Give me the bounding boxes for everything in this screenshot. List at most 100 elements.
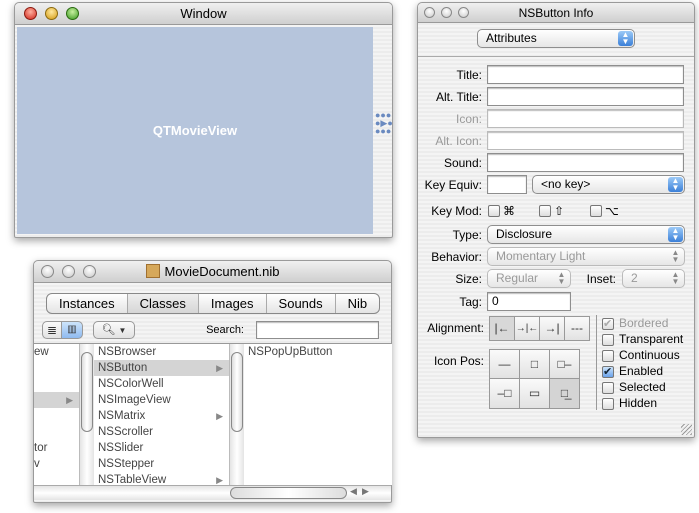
icon-pos-label: Icon Pos:	[433, 354, 484, 368]
size-select[interactable]: Regular ▲ ▼	[487, 269, 571, 288]
search-label: Search:	[206, 324, 244, 336]
browser-column-3: NSPopUpButton	[244, 344, 392, 485]
bordered-checkbox[interactable]: ✔	[602, 318, 614, 330]
list-item[interactable]: NSButton ▶	[94, 360, 229, 376]
scroll-thumb[interactable]	[231, 352, 243, 432]
zoom-button[interactable]	[83, 265, 96, 278]
checkbox-label: Bordered	[619, 316, 669, 330]
alt-title-field[interactable]	[487, 87, 684, 106]
close-button[interactable]	[41, 265, 54, 278]
shift-checkbox[interactable]	[539, 205, 551, 217]
minimize-button[interactable]	[441, 7, 452, 18]
connection-dots-icon[interactable]: ●●● ●▶● ●●●	[375, 111, 393, 136]
column-2-scrollbar[interactable]	[229, 344, 244, 485]
tab-nib[interactable]: Nib	[334, 294, 380, 313]
list-item[interactable]: v	[34, 456, 79, 472]
list-item[interactable]: tor	[34, 440, 79, 456]
search-input[interactable]	[256, 321, 379, 339]
icon-pos-none-button[interactable]: —	[489, 349, 520, 379]
column-1-scrollbar[interactable]	[79, 344, 94, 485]
enabled-checkbox[interactable]: ✔	[602, 366, 614, 378]
list-view-button[interactable]: ≣	[42, 321, 62, 339]
list-item[interactable]	[34, 360, 79, 376]
tag-field[interactable]: 0	[487, 292, 571, 311]
alt-title-label: Alt. Title:	[435, 90, 482, 104]
list-item[interactable]: NSSlider	[94, 440, 229, 456]
align-left-button[interactable]: |←	[489, 316, 515, 341]
item-label: NSBrowser	[98, 346, 157, 358]
view-label: QTMovieView	[152, 123, 238, 138]
tab-images[interactable]: Images	[197, 294, 266, 313]
minimize-button[interactable]	[45, 7, 58, 20]
chevron-updown-icon: ▲ ▼	[668, 177, 683, 192]
icon-pos-right-button[interactable]: –□	[489, 378, 520, 409]
key-equiv-field[interactable]	[487, 175, 527, 194]
window-title: MovieDocument.nib	[164, 264, 280, 279]
icon-field[interactable]	[487, 109, 684, 128]
zoom-button[interactable]	[66, 7, 79, 20]
type-label: Type:	[452, 228, 482, 242]
checkbox-label: Continuous	[619, 348, 680, 362]
list-item[interactable]: NSColorWell	[94, 376, 229, 392]
list-item[interactable]: NSScroller	[94, 424, 229, 440]
scroll-right-arrow-icon[interactable]: ▶	[362, 486, 369, 497]
tab-instances[interactable]: Instances	[47, 294, 127, 313]
list-item[interactable]	[34, 424, 79, 440]
type-select[interactable]: Disclosure ▲ ▼	[487, 225, 685, 244]
selected-checkbox[interactable]	[602, 382, 614, 394]
window-title: Window	[180, 6, 227, 21]
align-natural-button[interactable]: ---	[564, 316, 590, 341]
list-item[interactable]: NSPopUpButton	[244, 344, 392, 360]
align-center-button[interactable]: →|←	[514, 316, 540, 341]
alt-icon-field[interactable]	[487, 131, 684, 150]
qtmovieview[interactable]: QTMovieView	[17, 27, 373, 234]
option-checkbox[interactable]	[590, 205, 602, 217]
list-item[interactable]: ▶	[34, 392, 79, 408]
item-label: tor	[34, 442, 48, 454]
icon-pos-only-button[interactable]: □	[519, 349, 550, 379]
icon-pos-below-button[interactable]: ▭	[519, 378, 550, 409]
search-options-button[interactable]: 🔍︎ ▼	[93, 321, 135, 339]
sound-field[interactable]	[487, 153, 684, 172]
behavior-select[interactable]: Momentary Light ▲ ▼	[487, 247, 685, 266]
tab-sounds[interactable]: Sounds	[265, 294, 335, 313]
magnifier-icon: 🔍︎	[101, 324, 116, 336]
transparent-checkbox[interactable]	[602, 334, 614, 346]
list-item[interactable]: ew	[34, 344, 79, 360]
zoom-button[interactable]	[458, 7, 469, 18]
icon-pos-above-button[interactable]: □̲	[549, 378, 580, 409]
list-item[interactable]: NSImageView	[94, 392, 229, 408]
inset-select[interactable]: 2 ▲ ▼	[622, 269, 685, 288]
nib-window: MovieDocument.nib Instances Classes Images…	[33, 260, 392, 503]
minimize-button[interactable]	[62, 265, 75, 278]
icon-pos-left-button[interactable]: □–	[549, 349, 580, 379]
title-label: Title:	[456, 68, 482, 82]
close-button[interactable]	[424, 7, 435, 18]
align-right-button[interactable]: →|	[539, 316, 565, 341]
list-item[interactable]	[34, 376, 79, 392]
browser-column-2: NSBrowser NSButton ▶ NSColorWell NSImageView…	[94, 344, 229, 486]
item-label: ew	[34, 346, 49, 358]
list-item[interactable]: NSStepper	[94, 456, 229, 472]
list-item[interactable]	[34, 408, 79, 424]
close-button[interactable]	[24, 7, 37, 20]
key-select[interactable]: <no key> ▲ ▼	[532, 175, 685, 194]
scroll-thumb[interactable]	[230, 487, 347, 499]
shift-icon: ⇧	[554, 204, 565, 218]
list-item[interactable]: NSBrowser	[94, 344, 229, 360]
column-view-button[interactable]: ▥	[61, 321, 83, 339]
horizontal-scrollbar[interactable]: ◀ ▶	[34, 485, 391, 500]
hidden-checkbox[interactable]	[602, 398, 614, 410]
browser-column-1: ew ▶ tor v	[34, 344, 79, 485]
tab-classes[interactable]: Classes	[126, 294, 198, 313]
inset-value: 2	[631, 271, 638, 285]
scroll-thumb[interactable]	[81, 352, 93, 432]
title-field[interactable]	[487, 65, 684, 84]
resize-grip-icon[interactable]	[681, 424, 692, 435]
pane-select[interactable]: Attributes ▲ ▼	[477, 29, 635, 48]
scroll-left-arrow-icon[interactable]: ◀	[350, 486, 357, 497]
command-checkbox[interactable]	[488, 205, 500, 217]
list-item[interactable]: NSMatrix ▶	[94, 408, 229, 424]
continuous-checkbox[interactable]	[602, 350, 614, 362]
alignment-label: Alignment:	[427, 321, 484, 335]
